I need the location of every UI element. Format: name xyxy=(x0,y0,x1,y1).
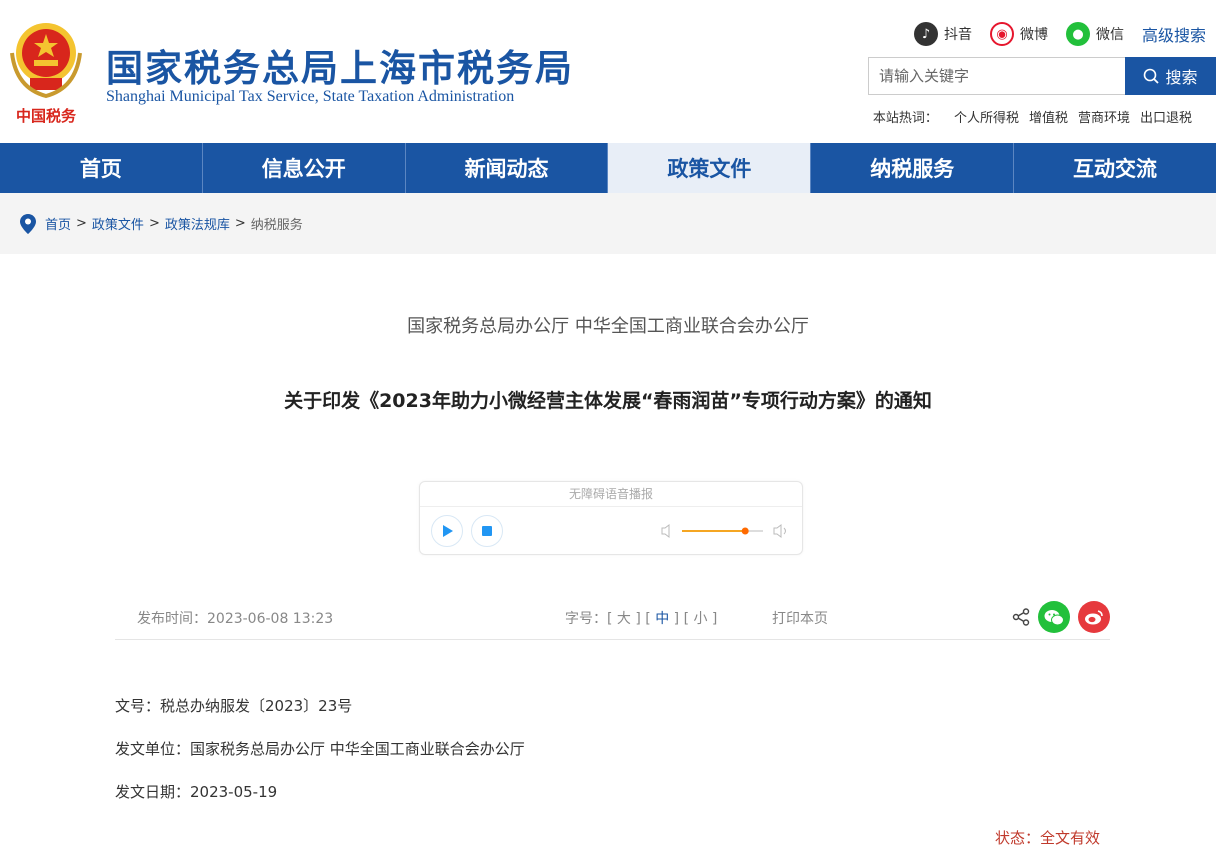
doc-number: 文号：税总办纳服发〔2023〕23号 xyxy=(115,697,353,715)
breadcrumb-library[interactable]: 政策法规库 xyxy=(165,214,230,233)
hot-words: 本站热词： 个人所得税 增值税 营商环境 出口退税 xyxy=(873,107,1192,126)
social-wechat[interactable]: ● 微信 xyxy=(1065,22,1124,46)
wechat-icon xyxy=(1044,609,1064,625)
nav-item-home[interactable]: 首页 xyxy=(0,143,203,193)
font-size-small[interactable]: 小 xyxy=(693,611,707,627)
share-wechat-button[interactable] xyxy=(1038,601,1070,633)
social-wechat-label: 微信 xyxy=(1095,27,1124,43)
stop-icon xyxy=(482,526,492,536)
nav-item-interaction[interactable]: 互动交流 xyxy=(1014,143,1216,193)
social-weibo[interactable]: ◉ 微博 xyxy=(989,22,1048,46)
article-title: 关于印发《2023年助力小微经营主体发展“春雨润苗”专项行动方案》的通知 xyxy=(284,390,932,412)
article-meta-bar: 发布时间：2023-06-08 13:23 字号：[ 大 ] [ 中 ] [ 小… xyxy=(115,601,1110,640)
issue-date: 发文日期：2023-05-19 xyxy=(115,783,278,801)
publish-time: 发布时间：2023-06-08 13:23 xyxy=(137,611,334,627)
tax-emblem-logo[interactable]: 中国税务 xyxy=(6,18,86,128)
search-button-label: 搜索 xyxy=(1165,68,1198,87)
stop-button[interactable] xyxy=(471,515,503,547)
article-issuer: 国家税务总局办公厅 中华全国工商业联合会办公厅 xyxy=(407,316,809,337)
volume-high-icon xyxy=(773,524,786,538)
print-link[interactable]: 打印本页 xyxy=(772,608,828,628)
social-weibo-label: 微博 xyxy=(1019,27,1048,43)
advanced-search-link[interactable]: 高级搜索 xyxy=(1142,22,1206,46)
font-size-medium[interactable]: 中 xyxy=(655,611,669,627)
search-button[interactable]: 搜索 xyxy=(1125,57,1216,95)
breadcrumb-separator: > xyxy=(76,216,87,231)
audio-player: 无障碍语音播报 xyxy=(419,481,803,555)
play-icon xyxy=(443,525,453,537)
breadcrumb-home[interactable]: 首页 xyxy=(45,214,71,233)
site-title[interactable]: 国家税务总局上海市税务局 xyxy=(106,38,574,92)
share-bar xyxy=(1012,601,1110,633)
audio-player-title: 无障碍语音播报 xyxy=(420,482,802,507)
breadcrumb-current[interactable]: 纳税服务 xyxy=(251,214,303,233)
location-pin-icon xyxy=(20,213,36,234)
font-size-label: 字号： xyxy=(565,611,607,627)
nav-item-service[interactable]: 纳税服务 xyxy=(811,143,1015,193)
volume-knob xyxy=(741,527,749,535)
social-links: ♪ 抖音 ◉ 微博 ● 微信 高级搜索 xyxy=(913,22,1206,46)
search-input[interactable] xyxy=(868,57,1125,95)
volume-control[interactable] xyxy=(660,523,790,539)
site-header: 中国税务 国家税务总局上海市税务局 Shanghai Municipal Tax… xyxy=(0,0,1216,143)
weibo-icon xyxy=(1085,610,1103,625)
search-bar: 搜索 xyxy=(868,57,1216,95)
site-subtitle: Shanghai Municipal Tax Service, State Ta… xyxy=(106,88,515,105)
share-weibo-button[interactable] xyxy=(1078,601,1110,633)
nav-item-info[interactable]: 信息公开 xyxy=(203,143,406,193)
douyin-icon: ♪ xyxy=(913,22,938,46)
nav-item-news[interactable]: 新闻动态 xyxy=(406,143,609,193)
breadcrumb-policy[interactable]: 政策文件 xyxy=(92,214,144,233)
issuing-unit: 发文单位：国家税务总局办公厅 中华全国工商业联合会办公厅 xyxy=(115,740,525,758)
hot-word[interactable]: 营商环境 xyxy=(1078,107,1130,126)
hot-words-label: 本站热词： xyxy=(872,111,938,126)
font-size-switch: 字号：[ 大 ] [ 中 ] [ 小 ] xyxy=(565,611,718,627)
hot-word[interactable]: 增值税 xyxy=(1029,107,1068,126)
search-icon xyxy=(1144,68,1160,84)
status-badge: 状态：全文有效 xyxy=(995,829,1101,847)
wechat-icon: ● xyxy=(1065,22,1090,46)
social-douyin-label: 抖音 xyxy=(943,27,972,43)
share-icon[interactable] xyxy=(1012,608,1030,626)
breadcrumb-separator: > xyxy=(148,216,160,231)
svg-text:中国税务: 中国税务 xyxy=(16,107,77,125)
hot-word[interactable]: 个人所得税 xyxy=(954,107,1019,126)
breadcrumb-separator: > xyxy=(234,216,246,231)
font-size-large[interactable]: 大 xyxy=(617,611,631,627)
social-douyin[interactable]: ♪ 抖音 xyxy=(913,22,972,46)
main-nav: 首页 信息公开 新闻动态 政策文件 纳税服务 互动交流 xyxy=(0,143,1216,193)
volume-low-icon xyxy=(661,524,670,538)
weibo-icon: ◉ xyxy=(989,22,1014,46)
hot-word[interactable]: 出口退税 xyxy=(1140,107,1192,126)
play-button[interactable] xyxy=(431,515,463,547)
nav-item-policy[interactable]: 政策文件 xyxy=(608,143,812,193)
breadcrumb: 首页 > 政策文件 > 政策法规库 > 纳税服务 xyxy=(0,193,1216,254)
